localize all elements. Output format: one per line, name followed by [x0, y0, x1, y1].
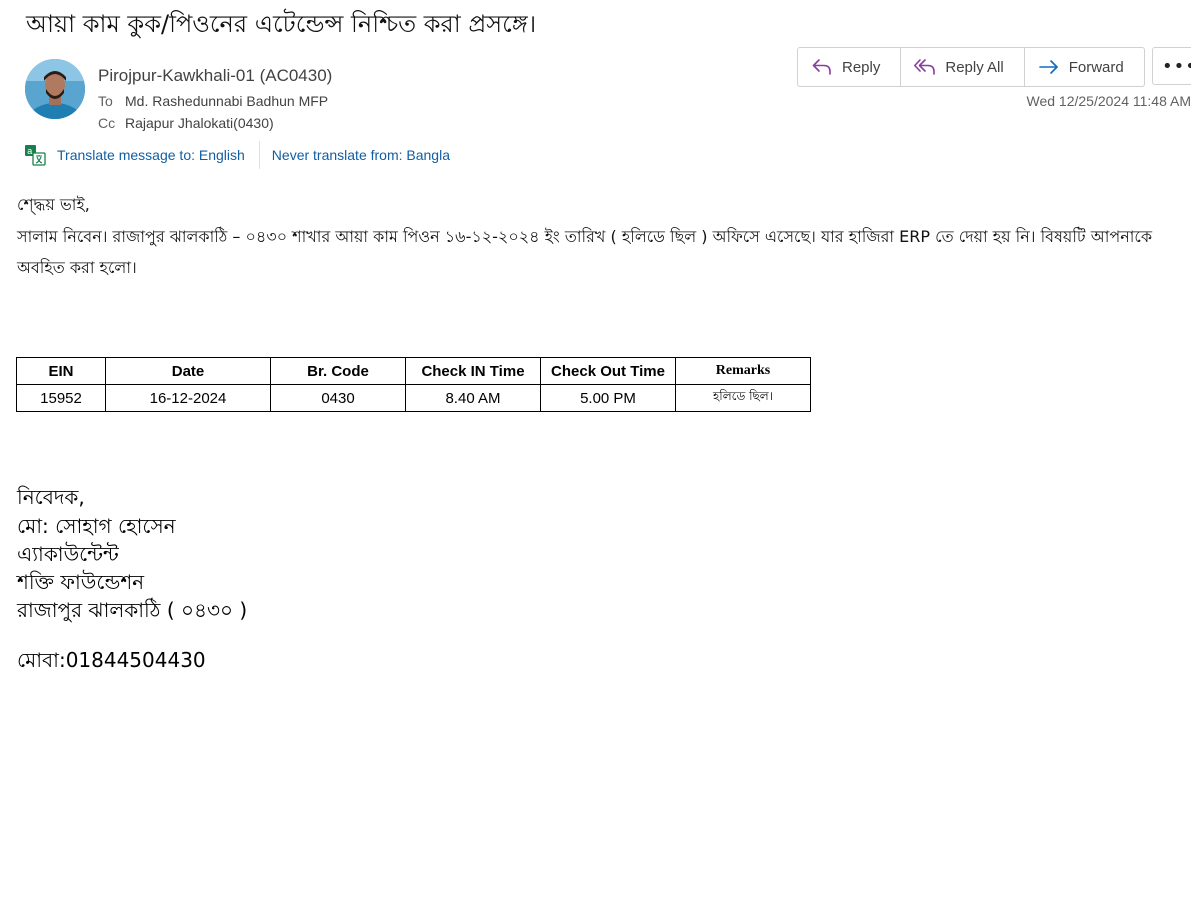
cell-br-code: 0430 — [270, 384, 406, 412]
reply-all-icon — [914, 59, 936, 75]
sender-name[interactable]: Pirojpur-Kawkhali-01 (AC0430) — [98, 66, 332, 86]
attendance-table: EIN Date Br. Code Check IN Time Check Ou… — [16, 357, 811, 412]
table-row: 15952 16-12-2024 0430 8.40 AM 5.00 PM হল… — [16, 384, 811, 412]
svg-text:a: a — [27, 146, 32, 156]
more-actions-button[interactable]: ••• — [1152, 47, 1191, 85]
forward-icon — [1038, 60, 1058, 74]
reply-all-label: Reply All — [945, 58, 1004, 76]
translate-bar: a Translate message to: English Never tr… — [24, 141, 450, 169]
to-recipient[interactable]: Md. Rashedunnabi Badhun MFP — [125, 93, 328, 109]
forward-button[interactable]: Forward — [1025, 48, 1144, 86]
header-check-out: Check Out Time — [540, 357, 676, 385]
reply-label: Reply — [842, 58, 881, 76]
cc-recipient[interactable]: Rajapur Jhalokati(0430) — [125, 115, 274, 131]
cc-label: Cc — [98, 115, 116, 131]
body-greeting: শ্দ্ধেয় ভাই, — [17, 195, 90, 214]
header-br-code: Br. Code — [270, 357, 406, 385]
reply-button[interactable]: Reply — [798, 48, 902, 86]
email-subject: আয়া কাম কুক/পিওনের এটেন্ডেন্স নিশ্চিত ক… — [26, 10, 537, 38]
header-ein: EIN — [16, 357, 106, 385]
more-icon: ••• — [1162, 55, 1191, 77]
never-translate-link[interactable]: Never translate from: Bangla — [272, 147, 450, 163]
translate-icon: a — [25, 145, 46, 166]
sender-avatar[interactable] — [25, 59, 85, 119]
header-remarks: Remarks — [675, 357, 811, 385]
to-line: To Md. Rashedunnabi Badhun MFP — [98, 93, 328, 109]
cc-line: Cc Rajapur Jhalokati(0430) — [98, 115, 274, 131]
header-check-in: Check IN Time — [405, 357, 541, 385]
to-label: To — [98, 93, 113, 109]
reply-all-button[interactable]: Reply All — [901, 48, 1025, 86]
body-line-1: সালাম নিবেন। রাজাপুর ঝালকাঠি – ০৪৩০ শাখা… — [17, 227, 1153, 246]
signature-phone: মোবা:01844504430 — [17, 648, 206, 672]
message-actions: Reply Reply All Forward — [797, 47, 1145, 87]
cell-ein: 15952 — [16, 384, 106, 412]
cell-check-out: 5.00 PM — [540, 384, 676, 412]
cell-remarks: হলিডে ছিল। — [675, 384, 811, 412]
body-line-2: অবহিত করা হলো। — [17, 258, 137, 277]
signature-branch: রাজাপুর ঝালকাঠি ( ০৪৩০ ) — [17, 598, 248, 622]
table-header-row: EIN Date Br. Code Check IN Time Check Ou… — [16, 357, 811, 385]
forward-label: Forward — [1068, 58, 1124, 76]
sent-date: Wed 12/25/2024 11:48 AM — [1026, 93, 1191, 109]
header-date: Date — [105, 357, 271, 385]
cell-date: 16-12-2024 — [105, 384, 271, 412]
translate-message-link[interactable]: Translate message to: English — [57, 147, 245, 163]
reply-icon — [812, 59, 831, 75]
translate-divider — [258, 141, 260, 169]
cell-check-in: 8.40 AM — [405, 384, 541, 412]
avatar-photo-icon — [25, 59, 85, 119]
email-reading-pane: আয়া কাম কুক/পিওনের এটেন্ডেন্স নিশ্চিত ক… — [0, 0, 1191, 906]
